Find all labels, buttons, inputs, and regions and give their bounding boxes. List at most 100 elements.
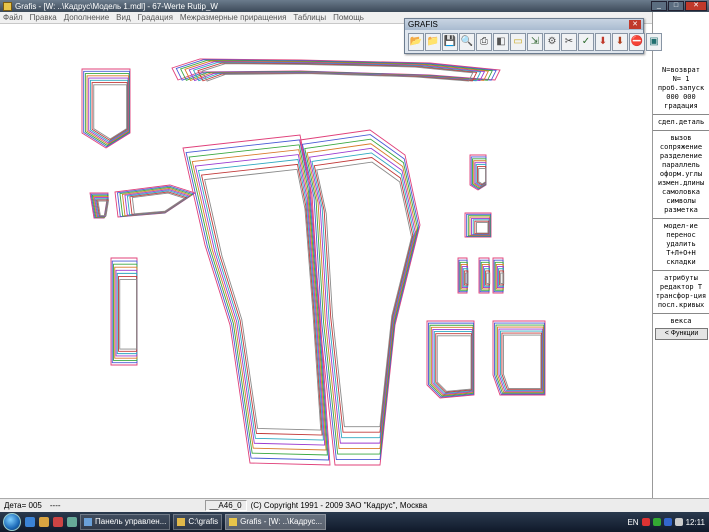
panel-command-section2-7[interactable]: символы [653,197,709,206]
panel-command-section2-8[interactable]: разметка [653,206,709,215]
toolbar-close-button[interactable]: ✕ [629,20,641,29]
piece-loop-2[interactable] [478,257,491,294]
panel-command-section3-1[interactable]: перенос [653,231,709,240]
folder-icon[interactable] [39,517,49,527]
title-bar: Grafis - [W: ..\Кадрус\Модель 1.mdl] - 6… [0,0,709,12]
check-icon[interactable]: ✓ [578,33,594,51]
panel-command-section4-2[interactable]: трансфор-ция [653,292,709,301]
piece-pocket-bag[interactable] [464,212,492,238]
panel-command-section3-3[interactable]: Т+Л+О+Н [653,249,709,258]
open-folder-icon[interactable]: 📂 [408,33,424,51]
ruler-icon[interactable]: ▭ [510,33,526,51]
panel-command-section5-0[interactable]: векса [653,317,709,326]
open-file-icon[interactable]: 📁 [425,33,441,51]
download-icon[interactable]: ⬇ [595,33,611,51]
settings-icon[interactable]: ⚙ [544,33,560,51]
clock[interactable]: 12:11 [686,518,705,527]
menu-tables[interactable]: Таблицы [293,13,326,22]
menu-help[interactable]: Помощь [333,13,364,22]
panel-command-section3-4[interactable]: складки [653,258,709,267]
status-bar: Дета= 005 ---- __A46_0 (C) Copyright 199… [0,498,709,512]
close-button[interactable]: ✕ [685,1,707,11]
task-explorer[interactable]: C:\grafis [173,514,223,530]
language-indicator[interactable]: EN [627,518,638,527]
tray-app-icon[interactable] [641,518,650,526]
start-button[interactable] [3,513,21,531]
system-tray: EN 12:11 [627,512,709,532]
magnifier-icon[interactable]: 🔍 [459,33,475,51]
tray-volume-icon[interactable] [674,518,683,526]
menu-addons[interactable]: Дополнение [64,13,109,22]
show-desktop-icon[interactable] [67,517,77,527]
piece-loop-3[interactable] [492,257,505,294]
app-icon [3,1,12,11]
piece-facing[interactable] [492,320,546,396]
task-control-panel[interactable]: Панель управлен... [80,514,171,530]
piece-loop-1[interactable] [457,257,469,294]
status-dashes: ---- [49,501,61,510]
upload-icon[interactable]: ⬇ [612,33,628,51]
toolbar-title[interactable]: GRAFIS [405,19,643,30]
menu-edit[interactable]: Правка [30,13,57,22]
piece-coin-pocket[interactable] [469,154,487,191]
minimize-button[interactable]: _ [651,1,667,11]
panel-command-section2-1[interactable]: сопряжение [653,143,709,152]
piece-back-pocket[interactable] [81,68,131,149]
status-copyright: (C) Copyright 1991 - 2009 ЗАО "Кадрус", … [250,501,428,510]
media-icon[interactable] [53,517,63,527]
save-icon[interactable]: 💾 [442,33,458,51]
window-title: Grafis - [W: ..\Кадрус\Модель 1.mdl] - 6… [15,1,218,11]
panel-command-section2-3[interactable]: параллель [653,161,709,170]
functions-button[interactable]: < Функции [655,328,708,340]
control-panel-icon [84,518,92,526]
ie-icon[interactable] [25,517,35,527]
export-icon[interactable]: ⇲ [527,33,543,51]
tray-network-icon[interactable] [652,518,661,526]
panel-command-section2-6[interactable]: самоловка [653,188,709,197]
panel-command-section4-0[interactable]: атрибуты [653,274,709,283]
grafis-icon [229,518,238,526]
panel-command-section2-0[interactable]: вызов [653,134,709,143]
panel-command-section3-2[interactable]: удалить [653,240,709,249]
measure-icon[interactable]: ◧ [493,33,509,51]
panel-command-section2-2[interactable]: разделение [653,152,709,161]
piece-front-pocket[interactable] [426,320,475,399]
menu-file[interactable]: Файл [3,13,23,22]
panel-command-section4-3[interactable]: посл.кривых [653,301,709,310]
taskbar: Панель управлен... C:\grafis Grafis - [W… [0,512,709,532]
task-label: Панель управлен... [95,517,167,526]
status-detail: Дета= 005 [4,501,42,510]
piece-fly-strip[interactable] [110,257,138,366]
piece-yoke-2[interactable] [114,184,197,218]
panel-command-top-3: 000 000 [666,93,696,101]
panel-command-section3-0[interactable]: модел-ие [653,222,709,231]
task-grafis[interactable]: Grafis - [W: ..\Кадрус... [225,514,327,530]
panel-command-section4-1[interactable]: редактор Т [653,283,709,292]
panel-command-section2-4[interactable]: оформ.углы [653,170,709,179]
panel-command-section2-5[interactable]: измен.длины [653,179,709,188]
menu-view[interactable]: Вид [116,13,130,22]
piece-yoke[interactable] [89,192,109,219]
tray-security-icon[interactable] [663,518,672,526]
panel-command-top-2: проб.запуск [657,84,705,92]
piece-waistband[interactable] [171,58,501,82]
piece-leg-back[interactable] [182,134,331,466]
grafis-toolbar-window[interactable]: GRAFIS ✕ 📂 📁 💾 🔍 ⎙ ◧ ▭ ⇲ ⚙ ✂ ✓ ⬇ ⬇ ⛔ ▣ [404,18,662,54]
pattern-drawing[interactable] [0,25,652,498]
stop-icon[interactable]: ⛔ [629,33,645,51]
maximize-button[interactable]: □ [668,1,684,11]
menu-size-increments[interactable]: Межразмерные приращения [180,13,287,22]
panel-command-top-4: градация [664,102,698,110]
command-panel: N=возврат N= 1 проб.запуск 000 000 градация … [652,12,709,498]
folder-icon [177,518,186,526]
menu-grading[interactable]: Градация [138,13,173,22]
task-label: Grafis - [W: ..\Кадрус... [240,517,323,526]
print-preview-icon[interactable]: ⎙ [476,33,492,51]
monitor-icon[interactable]: ▣ [646,33,662,51]
pattern-canvas[interactable] [0,25,652,498]
cut-icon[interactable]: ✂ [561,33,577,51]
piece-leg-front[interactable] [299,129,421,466]
panel-command-section1-0[interactable]: сдел.деталь [653,118,709,127]
status-code: __A46_0 [204,500,247,511]
task-label: C:\grafis [188,517,219,526]
